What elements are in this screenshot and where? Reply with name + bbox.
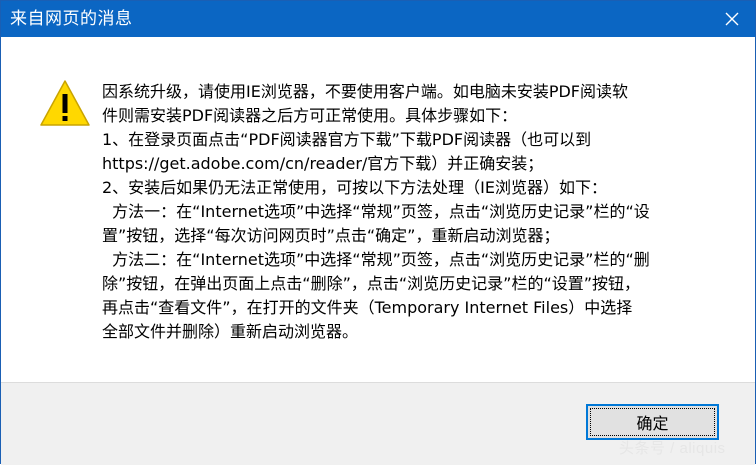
warning-icon <box>40 80 90 126</box>
message-line: 再点击“查看文件”，在打开的文件夹（Temporary Internet Fil… <box>102 298 633 317</box>
message-line: 方法二：在“Internet选项”中选择“常规”页签，点击“浏览历史记录”栏的“… <box>102 250 650 269</box>
message-line: 2、安装后如果仍无法正常使用，可按以下方法处理（IE浏览器）如下： <box>102 178 608 197</box>
message-line: 1、在登录页面点击“PDF阅读器官方下载”下载PDF阅读器（也可以到 <box>102 130 592 149</box>
close-button[interactable] <box>709 1 755 37</box>
title-bar[interactable]: 来自网页的消息 <box>1 1 755 37</box>
ok-button-label: 确定 <box>636 414 669 433</box>
close-icon <box>725 12 739 26</box>
message-line: 件则需安装PDF阅读器之后方可正常使用。具体步骤如下： <box>102 106 518 125</box>
message-line: 全部文件并删除）重新启动浏览器。 <box>102 322 359 341</box>
message-dialog: 来自网页的消息 因系统升级，请使用IE浏览器，不要使用客户端。如电脑未安装PDF… <box>0 0 756 465</box>
ok-button[interactable]: 确定 <box>586 404 719 440</box>
message-line: 置”按钮，选择“每次访问网页时”点击“确定”，重新启动浏览器； <box>102 226 560 245</box>
message-line: 除”按钮，在弹出页面上点击“删除”，点击“浏览历史记录”栏的“设置”按钮， <box>102 274 641 293</box>
message-line: 方法一：在“Internet选项”中选择“常规”页签，点击“浏览历史记录”栏的“… <box>102 202 650 221</box>
watermark: 头条号 / aliquis <box>619 440 726 457</box>
message-line: 因系统升级，请使用IE浏览器，不要使用客户端。如电脑未安装PDF阅读软 <box>102 82 629 101</box>
message-text: 因系统升级，请使用IE浏览器，不要使用客户端。如电脑未安装PDF阅读软 件则需安… <box>102 80 722 344</box>
message-line: https://get.adobe.com/cn/reader/官方下载）并正确… <box>102 154 544 173</box>
dialog-title: 来自网页的消息 <box>10 9 133 29</box>
